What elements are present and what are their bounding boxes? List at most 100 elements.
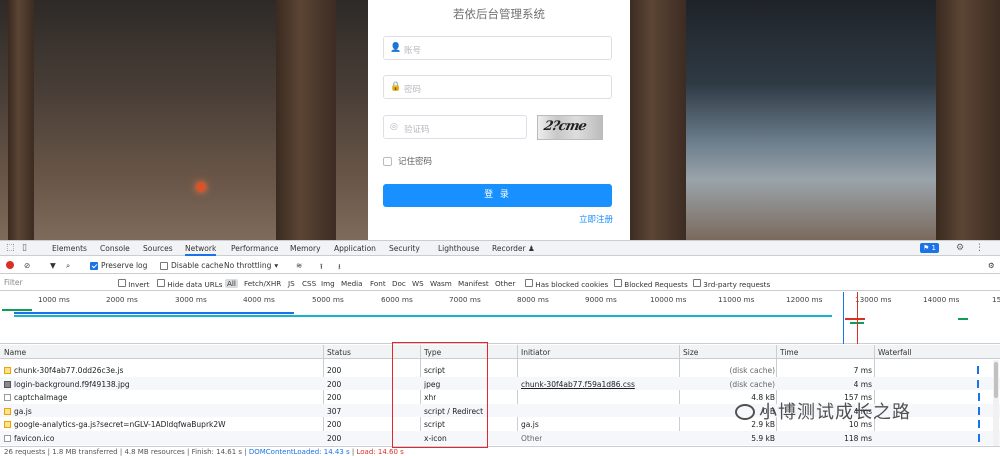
wechat-icon	[735, 404, 755, 420]
gear-icon[interactable]: ⚙	[956, 243, 964, 253]
filter-type-xhr[interactable]: Fetch/XHR	[244, 279, 281, 288]
search-icon[interactable]: ⌕	[66, 261, 70, 271]
checkbox-box[interactable]	[614, 279, 622, 287]
clear-icon[interactable]: ⊘	[24, 261, 30, 270]
login-title: 若依后台管理系统	[453, 7, 545, 21]
table-row[interactable]: login-background.f9f49138.jpg 200 jpeg c…	[0, 376, 1000, 391]
timeline-overview[interactable]: 1000 ms 2000 ms 3000 ms 4000 ms 5000 ms …	[0, 292, 1000, 344]
upload-icon[interactable]: ⭱	[320, 261, 323, 274]
device-toggle-icon[interactable]: ▯	[22, 243, 27, 253]
request-initiator[interactable]: chunk-30f4ab77.f59a1d86.css	[521, 380, 635, 389]
timeline-tick: 8000 ms	[517, 295, 549, 304]
file-js-icon	[4, 407, 11, 415]
tab-performance[interactable]: Performance	[231, 244, 279, 253]
third-party-checkbox[interactable]: 3rd-party requests	[693, 279, 770, 289]
table-scrollbar[interactable]	[993, 360, 999, 446]
filter-type-media[interactable]: Media	[341, 279, 363, 288]
status-resources: 4.8 MB resources	[124, 448, 185, 456]
remember-checkbox[interactable]: 记住密码	[383, 155, 432, 167]
network-toolbar: ⊘ ▼ ⌕ Preserve log Disable cache No thro…	[0, 257, 1000, 274]
issues-badge[interactable]: ⚑ 1	[920, 243, 939, 253]
throttling-select[interactable]: No throttling ▾	[224, 261, 278, 270]
file-image-icon	[4, 380, 11, 388]
filter-type-css[interactable]: CSS	[302, 279, 316, 288]
tab-recorder[interactable]: Recorder ♟	[492, 244, 535, 253]
more-icon[interactable]: ⋮	[975, 243, 984, 253]
record-button[interactable]	[6, 261, 14, 269]
filter-type-wasm[interactable]: Wasm	[430, 279, 452, 288]
tab-sources[interactable]: Sources	[143, 244, 173, 253]
checkbox-box[interactable]	[525, 279, 533, 287]
col-name[interactable]: Name	[4, 348, 26, 357]
settings-icon[interactable]: ⚙	[988, 261, 995, 270]
filter-type-manifest[interactable]: Manifest	[458, 279, 489, 288]
hide-data-urls-checkbox[interactable]: Hide data URLs	[157, 279, 222, 289]
disable-cache-checkbox[interactable]: Disable cache	[160, 261, 223, 270]
preserve-log-label: Preserve log	[101, 261, 148, 270]
checkbox-box[interactable]	[118, 279, 126, 287]
filter-type-js[interactable]: JS	[288, 279, 295, 288]
filter-type-other[interactable]: Other	[495, 279, 515, 288]
shield-icon: ◎	[390, 122, 398, 132]
checkbox-checked[interactable]	[90, 261, 98, 270]
file-doc-icon	[4, 394, 11, 402]
checkbox-box[interactable]	[157, 279, 165, 287]
password-field[interactable]: 🔒 密码	[383, 75, 612, 99]
tab-security[interactable]: Security	[389, 244, 420, 253]
file-js-icon	[4, 421, 11, 429]
request-status: 200	[327, 393, 342, 403]
login-button[interactable]: 登 录	[383, 184, 612, 207]
captcha-image[interactable]: 2?cme	[537, 115, 603, 140]
col-waterfall[interactable]: Waterfall	[878, 348, 912, 357]
scrollbar-thumb[interactable]	[994, 362, 998, 398]
throttling-value: No throttling	[224, 261, 272, 270]
table-row[interactable]: chunk-30f4ab77.0dd26c3e.js 200 script (d…	[0, 363, 1000, 377]
waterfall-bar	[977, 379, 979, 388]
checkbox-box[interactable]	[160, 261, 168, 270]
col-size[interactable]: Size	[683, 348, 698, 357]
filter-icon[interactable]: ▼	[50, 261, 56, 270]
download-icon[interactable]: ⭳	[338, 261, 341, 274]
filter-type-font[interactable]: Font	[370, 279, 386, 288]
waterfall-bar	[978, 420, 980, 429]
blocked-requests-checkbox[interactable]: Blocked Requests	[614, 279, 688, 289]
col-status[interactable]: Status	[327, 348, 351, 357]
col-time[interactable]: Time	[780, 348, 798, 357]
blocked-cookies-checkbox[interactable]: Has blocked cookies	[525, 279, 608, 289]
table-row[interactable]: favicon.ico 200 x-icon Other 5.9 kB 118 …	[0, 431, 1000, 445]
issues-count: 1	[931, 244, 936, 252]
captcha-placeholder: 验证码	[404, 125, 430, 135]
captcha-field[interactable]: ◎ 验证码	[383, 115, 527, 139]
checkbox-box[interactable]	[693, 279, 701, 287]
window-frame-post	[8, 0, 34, 240]
username-placeholder: 账号	[404, 46, 422, 56]
filter-type-all[interactable]: All	[225, 279, 238, 288]
checkbox-box[interactable]	[383, 156, 392, 166]
load-marker	[857, 292, 858, 344]
request-status: 200	[327, 366, 342, 375]
request-status: 200	[327, 379, 342, 389]
request-time: 4 ms	[853, 379, 872, 389]
timeline-tick: 6000 ms	[381, 295, 413, 304]
register-link[interactable]: 立即注册	[579, 213, 613, 225]
username-field[interactable]: 👤 账号	[383, 36, 612, 60]
tab-elements[interactable]: Elements	[52, 244, 87, 253]
col-initiator[interactable]: Initiator	[521, 348, 550, 357]
captcha-text: 2?cme	[542, 119, 588, 134]
invert-checkbox[interactable]: Invert	[118, 279, 149, 289]
tab-lighthouse[interactable]: Lighthouse	[438, 244, 479, 253]
preserve-log-checkbox[interactable]: Preserve log	[90, 261, 147, 270]
inspect-icon[interactable]: ⬚	[6, 243, 15, 253]
status-finish: Finish: 14.61 s	[191, 448, 243, 456]
filter-type-ws[interactable]: WS	[412, 279, 424, 288]
tab-memory[interactable]: Memory	[290, 244, 321, 253]
filter-input[interactable]: Filter	[2, 277, 112, 289]
request-initiator[interactable]: ga.js	[521, 420, 539, 429]
tab-application[interactable]: Application	[334, 244, 376, 253]
tab-console[interactable]: Console	[100, 244, 130, 253]
timeline-bar	[845, 318, 865, 320]
tab-network[interactable]: Network	[185, 244, 217, 256]
filter-type-img[interactable]: Img	[321, 279, 335, 288]
wifi-icon[interactable]: ≋	[296, 261, 302, 270]
filter-type-doc[interactable]: Doc	[392, 279, 406, 288]
